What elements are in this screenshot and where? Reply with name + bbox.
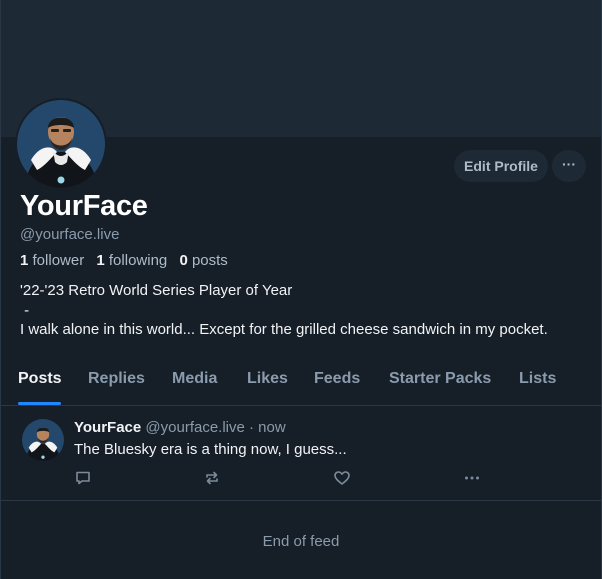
post-header: YourFace @yourface.live · now: [74, 419, 286, 436]
like-icon: [334, 471, 350, 485]
like-button[interactable]: [333, 469, 351, 487]
repost-button[interactable]: [203, 469, 221, 487]
end-of-feed-label: End of feed: [262, 533, 340, 550]
reply-icon: [76, 471, 90, 485]
reply-button[interactable]: [74, 469, 92, 487]
followers-label: follower: [32, 252, 85, 269]
following-count: 1: [96, 252, 105, 269]
followers-count: 1: [20, 252, 29, 269]
posts-label: posts: [191, 252, 228, 269]
edit-profile-button[interactable]: Edit Profile: [454, 150, 548, 182]
tab-replies[interactable]: Replies: [88, 370, 145, 388]
profile-handle: @yourface.live: [20, 226, 120, 243]
profile-tabs: Posts Replies Media Likes Feeds Starter …: [1, 365, 601, 406]
tab-likes[interactable]: Likes: [247, 370, 288, 388]
profile-page: Edit Profile ··· YourFace @yourface.live…: [0, 0, 602, 579]
post-text: The Bluesky era is a thing now, I guess.…: [74, 441, 347, 458]
post-more-button[interactable]: [463, 469, 481, 487]
posts-count: 0: [179, 252, 188, 269]
more-icon: [465, 476, 479, 480]
repost-icon: [206, 471, 218, 485]
followers-link[interactable]: 1 follower: [20, 252, 84, 269]
active-tab-indicator: [18, 402, 61, 405]
avatar-image: [22, 419, 64, 461]
more-icon: ···: [562, 156, 576, 172]
profile-bio: '22-'23 Retro World Series Player of Yea…: [20, 281, 548, 340]
avatar-image: [17, 100, 105, 188]
bio-line: '22-'23 Retro World Series Player of Yea…: [20, 282, 293, 299]
tab-starter-packs[interactable]: Starter Packs: [389, 370, 491, 388]
following-link[interactable]: 1 following: [96, 252, 167, 269]
tab-feeds[interactable]: Feeds: [314, 370, 360, 388]
display-name: YourFace: [20, 190, 148, 222]
profile-more-button[interactable]: ···: [552, 150, 586, 182]
tab-media[interactable]: Media: [172, 370, 217, 388]
posts-stat: 0 posts: [179, 252, 227, 269]
tab-lists[interactable]: Lists: [519, 370, 556, 388]
post-avatar[interactable]: [22, 419, 64, 461]
post-author[interactable]: YourFace: [74, 419, 141, 436]
post-meta: @yourface.live · now: [145, 419, 286, 436]
bio-line: -: [20, 301, 30, 319]
bio-line: I walk alone in this world... Except for…: [20, 321, 548, 338]
following-label: following: [108, 252, 168, 269]
tab-posts[interactable]: Posts: [18, 370, 62, 388]
post-item[interactable]: YourFace @yourface.live · now The Bluesk…: [1, 406, 601, 501]
profile-avatar[interactable]: [15, 98, 107, 190]
profile-stats: 1 follower 1 following 0 posts: [20, 252, 228, 269]
